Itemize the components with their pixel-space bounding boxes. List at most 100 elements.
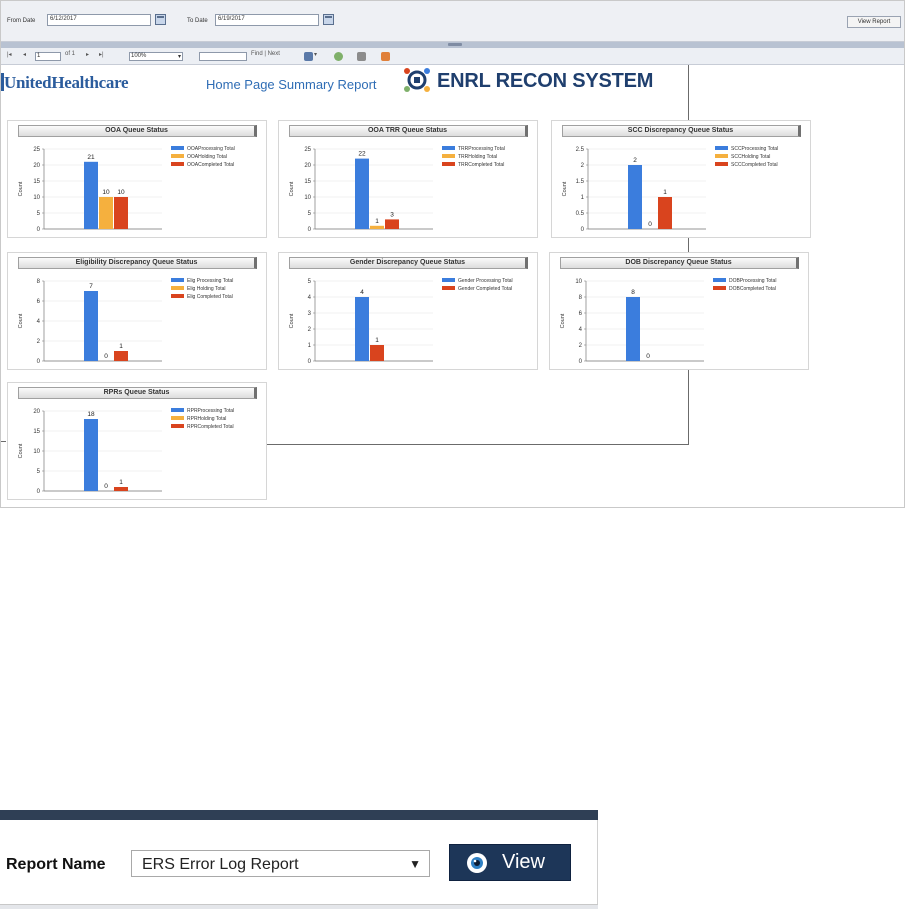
y-tick-label: 2 — [579, 343, 583, 349]
y-tick-label: 6 — [579, 311, 583, 317]
bar — [355, 297, 369, 361]
y-tick-label: 0 — [37, 489, 41, 495]
bar-chart: 0 5 10 15 20 25 Count 22 1 3 TRRProcessing Total TR… — [289, 146, 505, 233]
chart-panel-dob: DOB Discrepancy Queue Status 0 2 4 6 8 10 Coun… — [549, 252, 809, 370]
page-number-input[interactable]: 1 — [35, 52, 61, 61]
legend-entry: Elig Holding Total — [187, 286, 226, 292]
calendar-icon[interactable] — [323, 14, 334, 25]
legend-entry: OOAHolding Total — [187, 154, 227, 160]
legend-swatch — [713, 286, 726, 290]
y-axis-label: Count — [18, 181, 24, 196]
y-axis-label: Count — [562, 181, 568, 196]
y-tick-label: 0 — [579, 359, 583, 365]
y-tick-label: 5 — [308, 211, 312, 217]
y-tick-label: 0.5 — [576, 211, 585, 217]
next-page-icon[interactable]: ▸ — [86, 51, 89, 58]
y-tick-label: 8 — [37, 279, 41, 285]
report-name-select[interactable]: ERS Error Log Report ▼ — [131, 850, 430, 877]
export-icon[interactable] — [304, 52, 313, 61]
y-tick-label: 20 — [33, 409, 40, 415]
bar-chart: 0 2 4 6 8 10 Count 8 0 DOBProcessing Total DOBComp… — [560, 278, 776, 365]
print-icon[interactable] — [357, 52, 366, 61]
data-label: 4 — [360, 289, 364, 296]
legend-entry: RPRCompleted Total — [187, 424, 234, 430]
last-page-icon[interactable]: ▸| — [99, 51, 104, 58]
from-date-input[interactable]: 6/12/2017 — [47, 14, 151, 26]
legend-entry: OOACompleted Total — [187, 162, 234, 168]
y-axis-label: Count — [560, 313, 566, 328]
bar — [626, 297, 640, 361]
chevron-down-icon[interactable]: ▾ — [314, 51, 317, 58]
y-tick-label: 4 — [579, 327, 583, 333]
y-axis-label: Count — [18, 443, 24, 458]
report-picker-panel: Report Name ERS Error Log Report ▼ View — [0, 820, 598, 904]
y-tick-label: 0 — [37, 359, 41, 365]
parameters-bar: From Date 6/12/2017 To Date 6/19/2017 Vi… — [1, 1, 904, 42]
bar — [84, 419, 98, 491]
y-tick-label: 15 — [304, 179, 311, 185]
y-tick-label: 15 — [33, 179, 40, 185]
y-tick-label: 2.5 — [576, 147, 585, 153]
legend-swatch — [715, 154, 728, 158]
bar-chart: 0 0.5 1 1.5 2 2.5 Count 2 0 1 SCCProcessing Total S… — [562, 146, 778, 233]
legend-entry: Elig Completed Total — [187, 294, 233, 300]
view-button[interactable]: View — [449, 844, 571, 881]
legend-entry: TRRProcessing Total — [458, 146, 505, 152]
legend-swatch — [442, 146, 455, 150]
system-logo-icon — [404, 68, 430, 92]
report-toolbar: |◂ ◂ 1 of 1 ▸ ▸| 100% ▾ Find | Next ▾ — [1, 48, 904, 65]
legend-entry: Elig Processing Total — [187, 278, 233, 284]
system-title: ENRL RECON SYSTEM — [437, 70, 654, 92]
bar-chart: 0 2 4 6 8 Count 7 0 1 Elig Processing Total Elig H… — [18, 278, 233, 365]
find-next-link[interactable]: Find | Next — [251, 51, 280, 57]
eye-icon — [467, 853, 487, 873]
y-tick-label: 10 — [575, 279, 582, 285]
bar — [628, 165, 642, 229]
prev-page-icon[interactable]: ◂ — [23, 51, 26, 58]
to-date-label: To Date — [187, 18, 208, 24]
view-report-button[interactable]: View Report — [847, 16, 901, 28]
y-axis-label: Count — [289, 181, 295, 196]
y-tick-label: 2 — [308, 327, 312, 333]
splitter-grip-icon[interactable] — [448, 43, 462, 46]
zoom-select[interactable]: 100% ▾ — [129, 52, 183, 61]
bar — [84, 291, 98, 361]
first-page-icon[interactable]: |◂ — [7, 51, 12, 58]
calendar-icon[interactable] — [155, 14, 166, 25]
report-name-value: ERS Error Log Report — [142, 856, 299, 873]
refresh-icon[interactable] — [334, 52, 343, 61]
legend-entry: DOBProcessing Total — [729, 278, 776, 284]
chart-panel-eligibility: Eligibility Discrepancy Queue Status 024… — [7, 252, 267, 370]
view-button-label: View — [502, 851, 545, 873]
data-label: 0 — [104, 353, 108, 360]
y-tick-label: 25 — [304, 147, 311, 153]
feed-icon[interactable] — [381, 52, 390, 61]
legend-entry: SCCHolding Total — [731, 154, 770, 160]
report-picker-screenshot: Report Name ERS Error Log Report ▼ View — [0, 810, 598, 909]
report-title: Home Page Summary Report — [206, 77, 377, 92]
legend-swatch — [715, 162, 728, 166]
y-tick-label: 5 — [308, 279, 312, 285]
y-tick-label: 20 — [33, 163, 40, 169]
find-input[interactable] — [199, 52, 247, 61]
legend-swatch — [442, 286, 455, 290]
chart-panel-scc: SCC Discrepancy Queue Status 0 0.5 1 1.5 2 2.… — [551, 120, 811, 238]
y-tick-label: 5 — [37, 469, 41, 475]
to-date-input[interactable]: 6/19/2017 — [215, 14, 319, 26]
legend-swatch — [442, 154, 455, 158]
legend-entry: SCCCompleted Total — [731, 162, 778, 168]
y-tick-label: 6 — [37, 299, 41, 305]
footer-bar — [0, 904, 598, 909]
legend-swatch — [171, 424, 184, 428]
legend-swatch — [171, 408, 184, 412]
y-tick-label: 0 — [37, 227, 41, 233]
data-label: 0 — [648, 221, 652, 228]
legend-swatch — [442, 162, 455, 166]
y-tick-label: 3 — [308, 311, 312, 317]
y-tick-label: 2 — [581, 163, 585, 169]
page-of-label: of 1 — [65, 51, 76, 57]
legend-swatch — [715, 146, 728, 150]
data-label: 22 — [358, 151, 366, 158]
bar — [355, 158, 369, 229]
data-label: 0 — [104, 483, 108, 490]
